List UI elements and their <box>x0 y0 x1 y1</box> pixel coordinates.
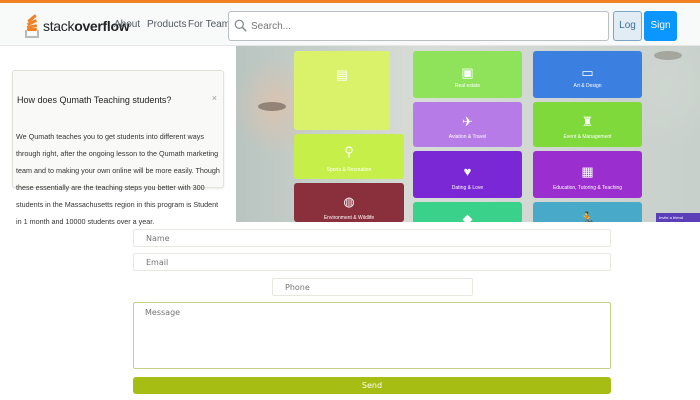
category-label: Sports & Recreation <box>326 167 372 173</box>
category-tile[interactable]: ⚲ Sports & Recreation <box>294 134 404 179</box>
category-tile[interactable]: ◆ <box>413 202 522 222</box>
sport-icon: ⚲ <box>344 144 354 159</box>
category-label: Art & Design <box>573 83 602 89</box>
hero-eye <box>258 102 286 111</box>
hero-eye <box>654 51 682 60</box>
monitor-icon: ▭ <box>581 65 594 80</box>
search-box[interactable] <box>228 11 609 41</box>
name-input[interactable] <box>134 230 610 246</box>
plane-icon: ✈ <box>462 114 473 129</box>
category-label: Real estate <box>454 83 481 89</box>
email-input[interactable] <box>134 254 610 270</box>
stackoverflow-logo-icon <box>24 13 40 39</box>
invite-badge[interactable]: Invite a friend <box>656 213 700 222</box>
category-tile[interactable]: ▭ Art & Design <box>533 51 642 98</box>
runner-icon: 🏃 <box>579 211 596 222</box>
message-input[interactable] <box>134 303 610 368</box>
category-tile[interactable]: 🏃 <box>533 202 642 222</box>
nav-products[interactable]: Products <box>147 19 186 30</box>
category-label: Event & Management <box>563 134 612 140</box>
category-label: Environment & Wildlife <box>323 215 375 221</box>
category-tile[interactable]: ▤ <box>294 51 390 130</box>
phone-field[interactable] <box>272 278 473 296</box>
hearts-icon: ♥ <box>463 164 472 179</box>
name-field[interactable] <box>133 229 611 247</box>
search-icon <box>234 19 247 32</box>
question-body: We Qumath teaches you to get students in… <box>16 132 220 226</box>
search-input[interactable] <box>251 16 601 36</box>
image-icon: ▣ <box>461 65 474 80</box>
category-tile[interactable]: ♥ Dating & Love <box>413 151 522 198</box>
nav-about[interactable]: About <box>114 19 140 30</box>
category-tile[interactable]: ♜ Event & Management <box>533 102 642 147</box>
top-navbar: stackoverflow About Products For Teams L… <box>0 0 700 61</box>
category-label: Aviation & Travel <box>448 134 487 140</box>
document-icon: ▤ <box>335 67 349 82</box>
category-tile[interactable]: ✈ Aviation & Travel <box>413 102 522 147</box>
category-label: Education, Tutoring & Teaching <box>552 185 623 191</box>
globe-icon: ◍ <box>343 194 355 209</box>
phone-input[interactable] <box>273 279 472 295</box>
send-button[interactable]: Send <box>133 377 611 394</box>
email-field[interactable] <box>133 253 611 271</box>
signup-button[interactable]: Sign up <box>644 11 677 61</box>
category-label: Dating & Love <box>451 185 484 191</box>
login-button[interactable]: Log in <box>613 11 642 59</box>
category-tile[interactable]: ▦ Education, Tutoring & Teaching <box>533 151 642 198</box>
education-icon: ▦ <box>581 164 594 179</box>
question-title: How does Qumath Teaching students? <box>17 95 172 105</box>
event-icon: ♜ <box>581 114 594 129</box>
category-tile[interactable]: ◍ Environment & Wildlife <box>294 183 404 222</box>
hero-banner: ▤ ▣ Real estate ▭ Art & Design ⚲ Sports … <box>236 46 700 222</box>
category-tile[interactable]: ▣ Real estate <box>413 51 522 98</box>
diamond-icon: ◆ <box>462 211 473 222</box>
message-field[interactable] <box>133 302 611 369</box>
close-icon[interactable]: × <box>212 93 217 103</box>
